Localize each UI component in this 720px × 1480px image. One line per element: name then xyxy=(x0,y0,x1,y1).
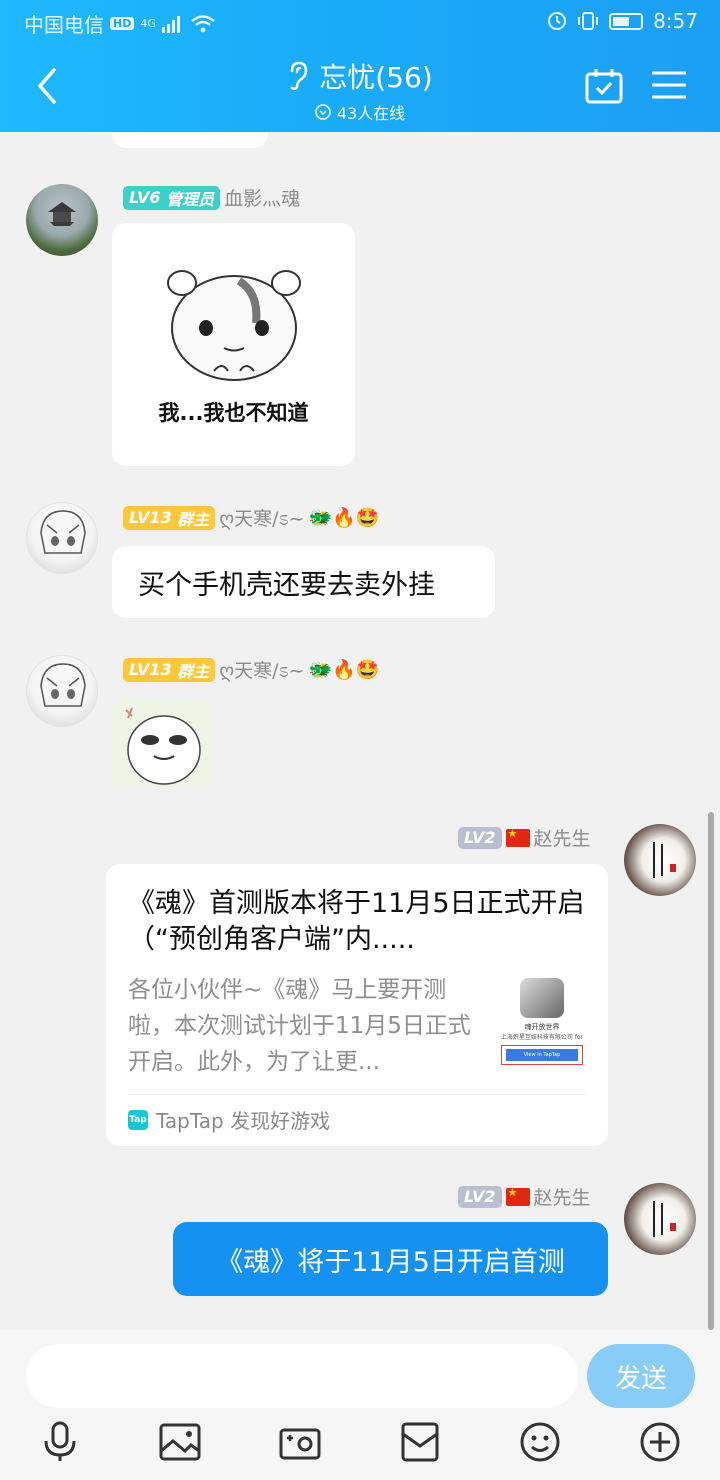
calendar-button[interactable] xyxy=(585,68,623,108)
signal-icon xyxy=(161,15,180,33)
face-sticker-image xyxy=(125,707,201,785)
level-badge: LV13 群主 xyxy=(123,505,216,530)
avatar[interactable] xyxy=(26,655,98,727)
hd-badge: HD xyxy=(110,17,135,30)
clock: 8:57 xyxy=(653,9,698,33)
chat-header: 中国电信 HD 4G 8:57 忘忧(56) 43人在线 xyxy=(0,0,720,132)
ink-calligraphy-image xyxy=(653,842,676,878)
sender-info: LV6 管理员 血影灬魂 xyxy=(123,184,300,211)
emoji-button[interactable] xyxy=(518,1420,562,1464)
link-card-message[interactable]: 《魂》首测版本将于11月5日正式开启（“预创角客户端”内..... 各位小伙伴~… xyxy=(106,864,608,1146)
china-flag-icon xyxy=(505,1186,530,1206)
thumb-button: View in TapTap xyxy=(506,1049,578,1061)
message-text: 买个手机壳还要去卖外挂 xyxy=(138,569,435,601)
menu-button[interactable] xyxy=(651,70,687,104)
level-text: LV6 xyxy=(129,188,161,207)
scrollbar[interactable] xyxy=(708,812,714,1330)
message-input[interactable] xyxy=(26,1344,578,1408)
hamster-sticker-image xyxy=(166,270,301,381)
card-source-text: TapTap 发现好游戏 xyxy=(156,1109,331,1133)
sender-info: LV13 群主 ღ天寒/ಽ~ 🐲🔥🤩 xyxy=(123,656,380,683)
card-description: 各位小伙伴~《魂》马上要开测啦，本次测试计划于11月5日正式开启。此外，为了让更… xyxy=(128,977,471,1075)
plus-circle-icon xyxy=(640,1422,680,1462)
online-count: 43人在线 xyxy=(336,104,406,123)
red-packet-button[interactable] xyxy=(398,1420,442,1464)
camera-button[interactable] xyxy=(278,1420,322,1464)
sticker-caption: 我...我也不知道 xyxy=(158,401,309,425)
sender-info: LV2 赵先生 xyxy=(458,824,591,851)
level-badge: LV2 xyxy=(458,826,502,849)
send-button[interactable]: 发送 xyxy=(587,1344,695,1408)
avatar[interactable] xyxy=(624,1183,696,1255)
ink-calligraphy-image xyxy=(653,1201,676,1237)
card-source: Tap TapTap 发现好游戏 xyxy=(128,1094,586,1134)
thumb-button-frame: View in TapTap xyxy=(501,1045,583,1065)
calendar-check-icon xyxy=(585,69,623,104)
network-type: 4G xyxy=(140,17,156,30)
sender-emoji: 🐲🔥🤩 xyxy=(308,659,380,681)
sticker-message[interactable]: 我...我也不知道 xyxy=(112,223,355,466)
level-badge: LV2 xyxy=(458,1185,502,1208)
status-bar: 中国电信 HD 4G 8:57 xyxy=(0,0,720,44)
anime-girl-image xyxy=(40,510,86,554)
level-badge: LV13 群主 xyxy=(123,657,216,682)
level-badge: LV6 管理员 xyxy=(123,185,221,210)
sender-name[interactable]: ღ天寒/ಽ~ xyxy=(219,504,304,531)
sticker-message[interactable] xyxy=(112,698,211,788)
photo-button[interactable] xyxy=(158,1420,202,1464)
composer-toolbar xyxy=(0,1420,720,1470)
level-text: LV13 xyxy=(129,660,172,679)
china-flag-icon xyxy=(505,827,530,847)
alarm-icon xyxy=(548,12,567,30)
sender-name[interactable]: 赵先生 xyxy=(534,1183,591,1210)
sender-name[interactable]: ღ天寒/ಽ~ xyxy=(219,656,304,683)
role-text: 管理员 xyxy=(166,189,215,209)
chevron-down-circle-icon xyxy=(315,104,331,120)
carrier-label: 中国电信 xyxy=(24,13,104,37)
previous-message-bubble xyxy=(112,132,268,148)
vibrate-icon xyxy=(578,12,599,30)
red-envelope-icon xyxy=(401,1422,439,1462)
taptap-icon: Tap xyxy=(128,1109,148,1130)
image-icon xyxy=(159,1423,201,1461)
thumb-company: 上海炽星互娱科技有限公司 for xyxy=(500,1034,584,1041)
ear-icon xyxy=(291,61,308,91)
sender-emoji: 🐲🔥🤩 xyxy=(308,507,380,529)
level-text: LV13 xyxy=(129,508,172,527)
voice-button[interactable] xyxy=(38,1420,82,1464)
sender-name[interactable]: 赵先生 xyxy=(534,824,591,851)
avatar[interactable] xyxy=(624,824,696,896)
pavilion-image xyxy=(48,202,76,226)
message-text: 《魂》将于11月5日开启首测 xyxy=(216,1246,565,1278)
sender-name[interactable]: 血影灬魂 xyxy=(224,184,300,211)
avatar[interactable] xyxy=(26,502,98,574)
card-thumbnail: 魂开放世界 上海炽星互娱科技有限公司 for View in TapTap xyxy=(496,972,588,1068)
role-text: 群主 xyxy=(177,661,210,681)
smiley-icon xyxy=(520,1422,560,1462)
card-title: 《魂》首测版本将于11月5日正式开启（“预创角客户端”内..... xyxy=(128,888,585,955)
chat-title: 忘忧(56) xyxy=(319,61,433,94)
text-message[interactable]: 买个手机壳还要去卖外挂 xyxy=(112,546,495,618)
role-text: 群主 xyxy=(177,509,210,529)
camera-icon xyxy=(279,1428,321,1460)
app-icon xyxy=(520,978,564,1018)
hamburger-icon xyxy=(651,71,687,99)
battery-icon xyxy=(609,12,644,30)
microphone-icon xyxy=(44,1421,76,1461)
thumb-title: 魂开放世界 xyxy=(524,1023,560,1031)
anime-girl-image xyxy=(40,663,86,707)
more-button[interactable] xyxy=(638,1420,682,1464)
avatar[interactable] xyxy=(26,184,98,256)
wifi-icon xyxy=(191,14,215,32)
sender-info: LV13 群主 ღ天寒/ಽ~ 🐲🔥🤩 xyxy=(123,504,380,531)
self-text-message[interactable]: 《魂》将于11月5日开启首测 xyxy=(173,1222,608,1296)
composer: 发送 xyxy=(0,1330,720,1480)
sender-info: LV2 赵先生 xyxy=(458,1183,591,1210)
